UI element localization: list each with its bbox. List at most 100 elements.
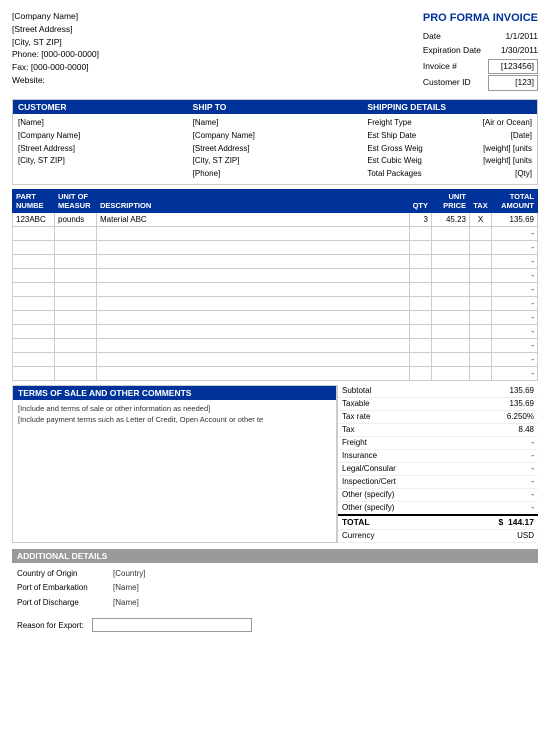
cell-total: - — [492, 338, 538, 352]
cell-price — [432, 352, 470, 366]
total-amount: 144.17 — [508, 517, 534, 527]
cell-unit: pounds — [55, 212, 97, 226]
freight-type-label: Freight Type — [367, 117, 411, 130]
cell-desc — [97, 226, 410, 240]
insurance-row: Insurance - — [338, 449, 538, 462]
invoice-number-input[interactable]: [123456] — [488, 59, 539, 75]
other2-label: Other (specify) — [338, 501, 455, 515]
customer-street: [Street Address] — [18, 143, 183, 156]
cell-qty — [409, 352, 431, 366]
cell-unit — [55, 324, 97, 338]
freight-row: Freight - — [338, 436, 538, 449]
est-ship-label: Est Ship Date — [367, 130, 416, 143]
total-row: TOTAL $ 144.17 — [338, 515, 538, 530]
total-label: TOTAL — [338, 515, 455, 530]
cell-total: - — [492, 324, 538, 338]
other2-value: - — [455, 501, 538, 515]
cell-part — [13, 268, 55, 282]
reason-input[interactable] — [92, 618, 252, 632]
company-street: [Street Address] — [12, 23, 99, 36]
table-row: 123ABCpoundsMaterial ABC345.23X135.69 — [13, 212, 538, 226]
table-row: - — [13, 310, 538, 324]
other1-row: Other (specify) - — [338, 488, 538, 501]
terms-header: TERMS OF SALE AND OTHER COMMENTS — [13, 386, 336, 400]
totals-section: Subtotal 135.69 Taxable 135.69 Tax rate … — [337, 385, 538, 543]
ship-phone: [Phone] — [193, 168, 358, 181]
terms-line2: [Include payment terms such as Letter of… — [18, 414, 331, 425]
other1-value: - — [455, 488, 538, 501]
cell-unit — [55, 310, 97, 324]
expiration-value: 1/30/2011 — [488, 44, 539, 58]
pro-forma-title: PRO FORMA INVOICE — [423, 10, 538, 28]
cell-part — [13, 254, 55, 268]
cell-tax — [470, 324, 492, 338]
cell-total: - — [492, 226, 538, 240]
taxable-label: Taxable — [338, 397, 455, 410]
cell-price — [432, 366, 470, 380]
tax-label: Tax — [338, 423, 455, 436]
customer-col: CUSTOMER [Name] [Company Name] [Street A… — [13, 100, 188, 184]
freight-label: Freight — [338, 436, 455, 449]
cell-part — [13, 352, 55, 366]
customer-fields: [Name] [Company Name] [Street Address] [… — [13, 114, 188, 171]
currency-row: Currency USD — [338, 529, 538, 542]
cell-part — [13, 338, 55, 352]
cell-price — [432, 226, 470, 240]
shipping-details-fields: Freight Type [Air or Ocean] Est Ship Dat… — [362, 114, 537, 184]
cell-price — [432, 324, 470, 338]
cell-part — [13, 226, 55, 240]
country-value: [Country] — [113, 567, 145, 581]
tax-rate-row: Tax rate 6.250% — [338, 410, 538, 423]
port-discharge-value: [Name] — [113, 596, 139, 610]
cell-total: - — [492, 268, 538, 282]
company-phone: Phone: [000-000-0000] — [12, 48, 99, 61]
country-row: Country of Origin [Country] — [17, 567, 533, 581]
cell-part — [13, 296, 55, 310]
cell-part — [13, 324, 55, 338]
subtotal-label: Subtotal — [338, 385, 455, 398]
ship-street: [Street Address] — [193, 143, 358, 156]
table-row: - — [13, 226, 538, 240]
cell-tax — [470, 268, 492, 282]
shipping-details-col: SHIPPING DETAILS Freight Type [Air or Oc… — [362, 100, 537, 184]
cell-desc — [97, 366, 410, 380]
shipping-details-header: SHIPPING DETAILS — [362, 100, 537, 114]
col-part: PARTNUMBE — [13, 189, 55, 212]
terms-content: [Include and terms of sale or other info… — [13, 400, 336, 429]
est-ship-row: Est Ship Date [Date] — [367, 130, 532, 143]
customer-header: CUSTOMER — [13, 100, 188, 114]
legal-row: Legal/Consular - — [338, 462, 538, 475]
insurance-value: - — [455, 449, 538, 462]
cell-desc — [97, 352, 410, 366]
terms-line1: [Include and terms of sale or other info… — [18, 403, 331, 414]
cell-price — [432, 268, 470, 282]
tax-rate-label: Tax rate — [338, 410, 455, 423]
customer-id-input[interactable]: [123] — [488, 75, 539, 91]
cell-total: - — [492, 352, 538, 366]
est-cubic-value: [weight] [units — [483, 155, 532, 168]
cell-qty — [409, 254, 431, 268]
invoice-label: Invoice # — [423, 60, 482, 74]
cell-desc — [97, 324, 410, 338]
additional-header: ADDITIONAL DETAILS — [12, 549, 538, 563]
col-tax: TAX — [470, 189, 492, 212]
table-row: - — [13, 296, 538, 310]
table-row: - — [13, 254, 538, 268]
total-packages-row: Total Packages [Qty] — [367, 168, 532, 181]
cell-total: - — [492, 282, 538, 296]
cell-price — [432, 282, 470, 296]
cell-total: - — [492, 254, 538, 268]
cell-tax — [470, 240, 492, 254]
freight-type-row: Freight Type [Air or Ocean] — [367, 117, 532, 130]
other2-row: Other (specify) - — [338, 501, 538, 515]
insurance-label: Insurance — [338, 449, 455, 462]
legal-value: - — [455, 462, 538, 475]
cell-desc — [97, 268, 410, 282]
cell-tax — [470, 366, 492, 380]
inspection-label: Inspection/Cert — [338, 475, 455, 488]
items-table-section: PARTNUMBE UNIT OFMEASUR DESCRIPTION QTY … — [12, 189, 538, 381]
col-unit-price: UNITPRICE — [432, 189, 470, 212]
reason-label: Reason for Export: — [17, 621, 84, 630]
cell-desc — [97, 310, 410, 324]
port-embark-row: Port of Embarkation [Name] — [17, 581, 533, 595]
